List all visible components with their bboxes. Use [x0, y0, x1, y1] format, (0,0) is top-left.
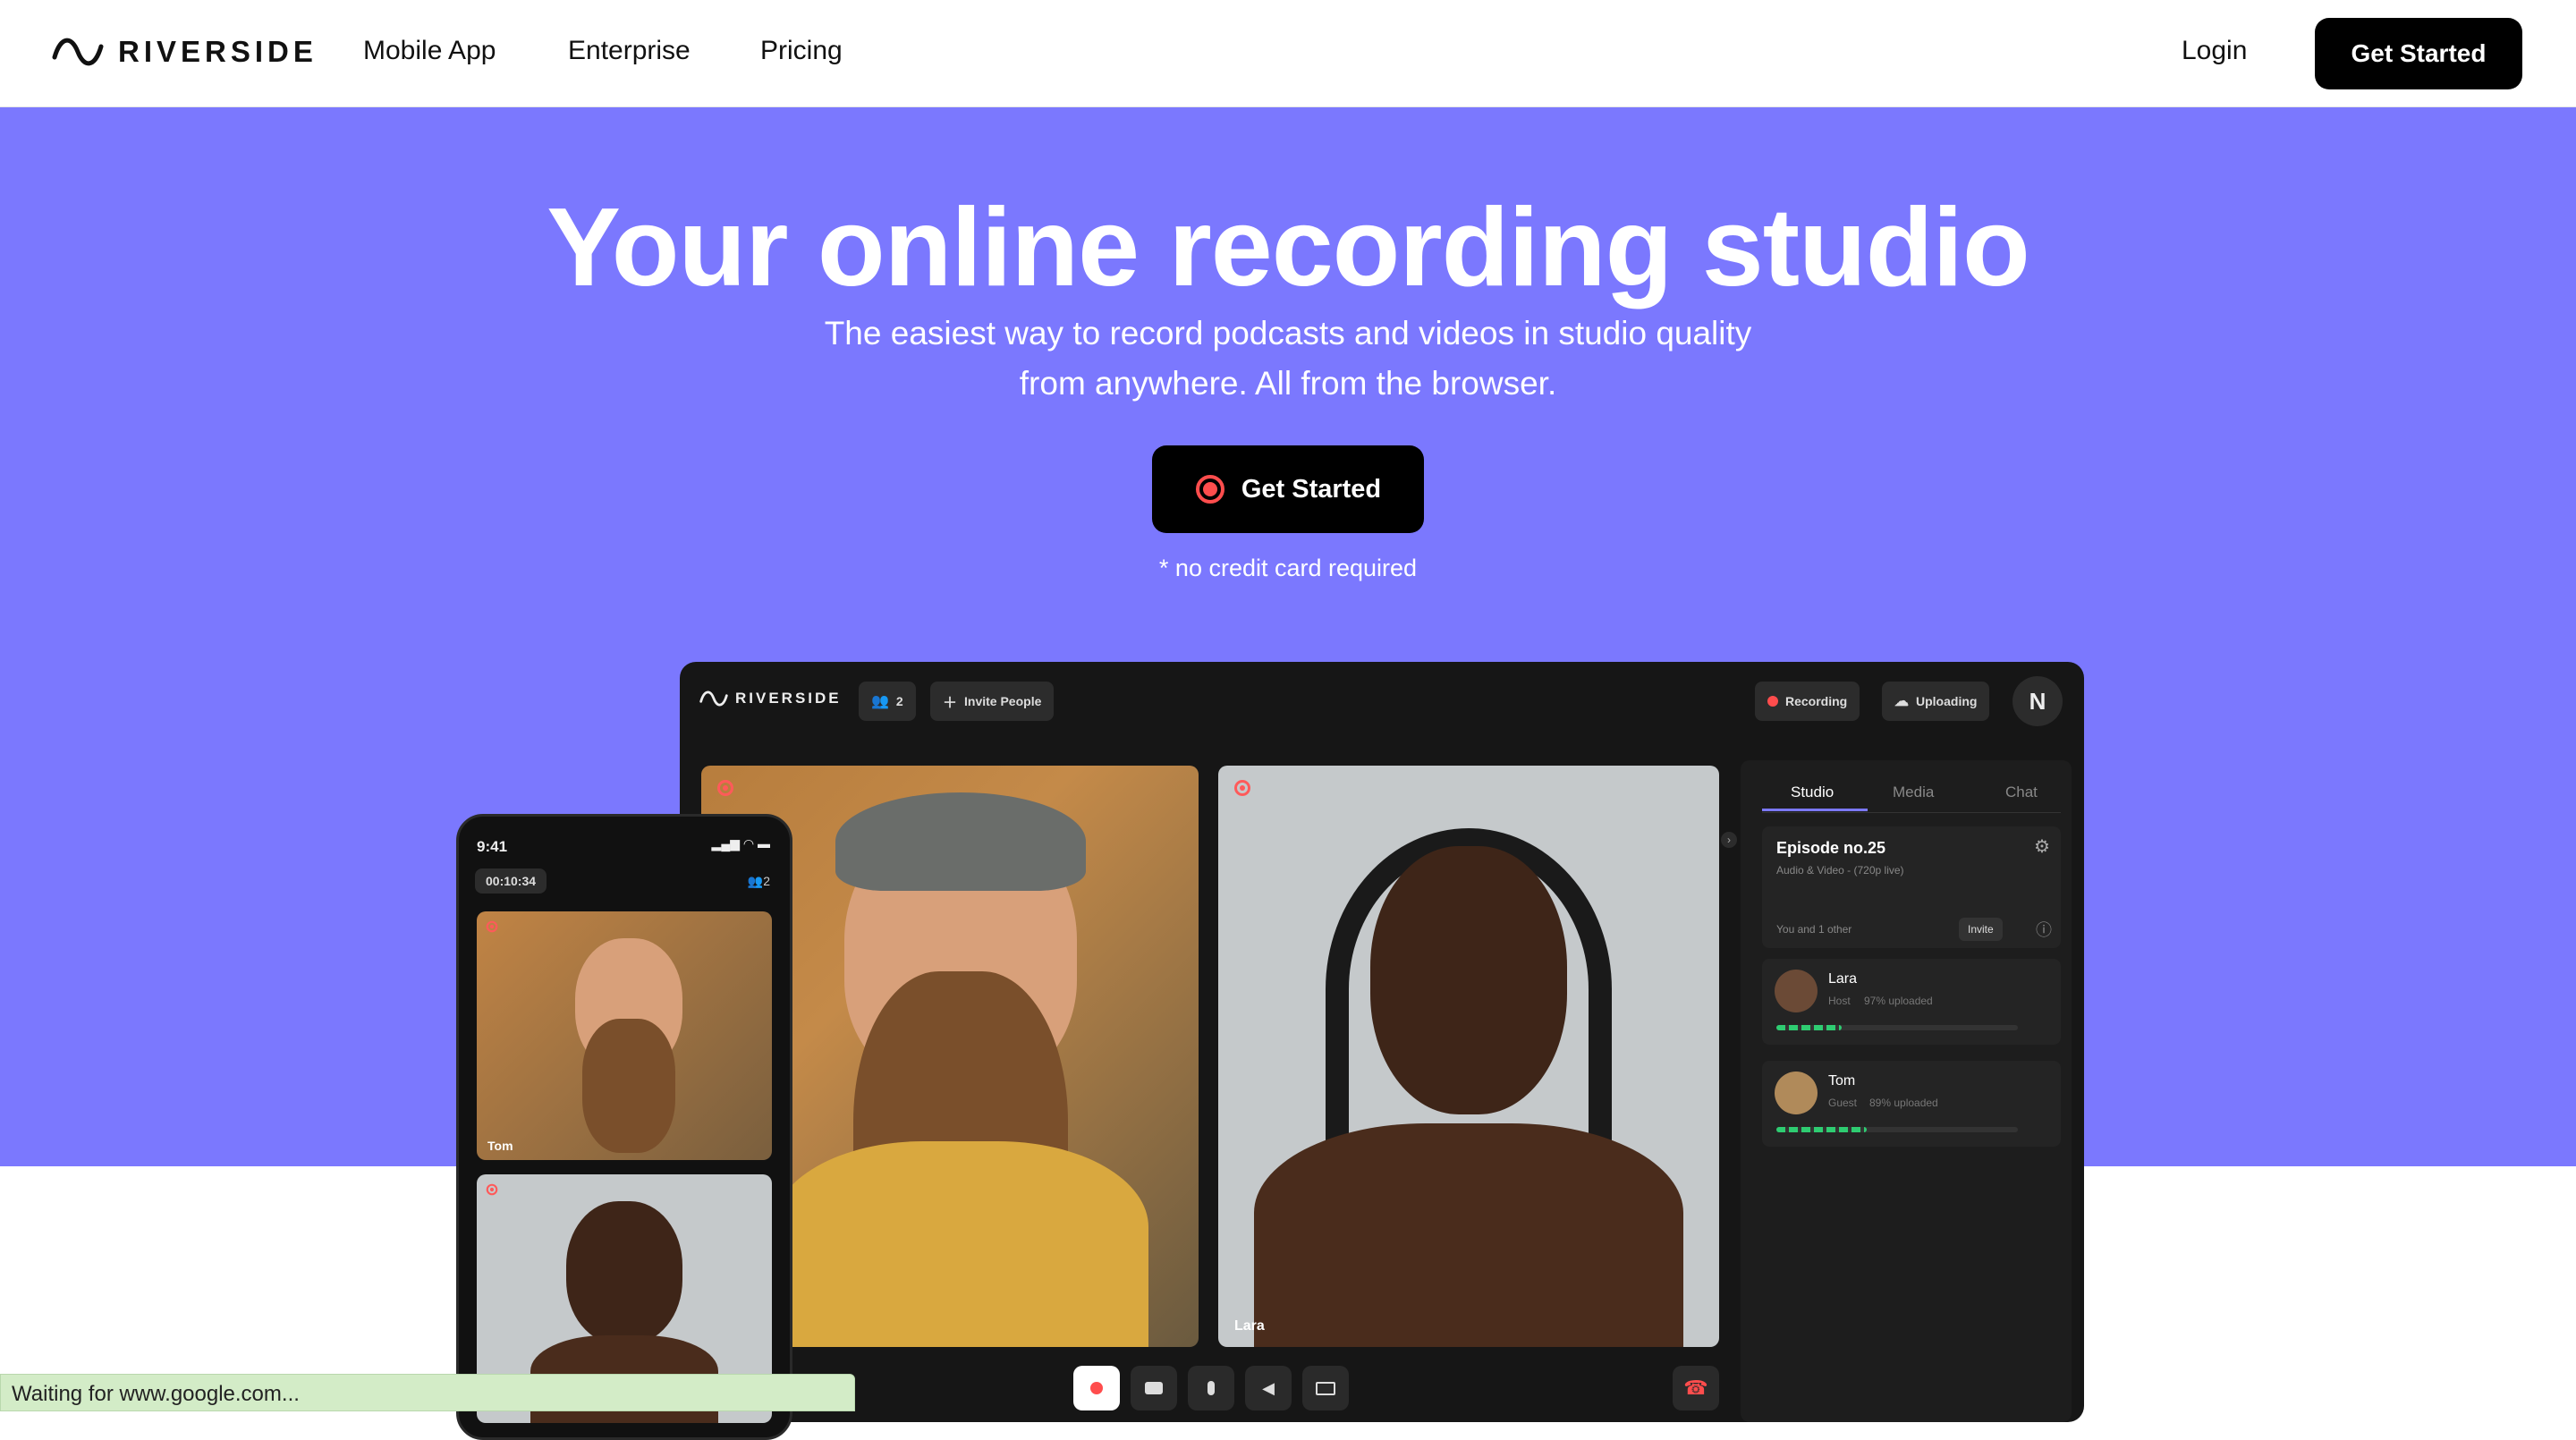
- nav-link-enterprise[interactable]: Enterprise: [568, 36, 691, 66]
- hero-cta-label: Get Started: [1241, 474, 1382, 504]
- phone-recording-timer: 00:10:34: [475, 868, 547, 894]
- info-icon[interactable]: ⓘ: [2036, 918, 2052, 941]
- tile-recording-icon: [486, 920, 498, 933]
- studio-side-panel: Studio Media Chat Episode no.25 ⚙ Audio …: [1741, 760, 2072, 1422]
- speaker-icon: ◀: [1262, 1378, 1275, 1397]
- nav-link-mobile-app[interactable]: Mobile App: [363, 36, 496, 66]
- camera-icon: [1145, 1382, 1163, 1394]
- participants-summary: You and 1 other: [1776, 923, 1852, 936]
- tab-divider: [1762, 812, 2061, 813]
- phone-participants-count: 2: [763, 874, 770, 888]
- brand-name: RIVERSIDE: [118, 35, 318, 68]
- recording-label: Recording: [1785, 694, 1848, 708]
- tile-recording-icon: [486, 1183, 498, 1196]
- active-tab-indicator: [1762, 809, 1868, 811]
- participant-upload-status: 89% uploaded: [1869, 1097, 1938, 1109]
- participant-upload-status: 97% uploaded: [1864, 995, 1933, 1007]
- tab-media[interactable]: Media: [1893, 784, 1934, 801]
- episode-invite-button[interactable]: Invite: [1959, 918, 2003, 941]
- speaker-button[interactable]: ◀: [1245, 1366, 1292, 1410]
- record-button[interactable]: [1073, 1366, 1120, 1410]
- recording-dot-icon: [1767, 696, 1778, 707]
- uploading-label: Uploading: [1916, 694, 1978, 708]
- phone-participants[interactable]: 👥2: [748, 874, 770, 889]
- person-shirt-tom: [773, 1141, 1148, 1347]
- recording-status-pill: Recording: [1755, 682, 1860, 721]
- invite-people-button[interactable]: ＋ Invite People: [930, 682, 1055, 721]
- tile-name-label: Tom: [487, 1139, 513, 1153]
- invite-people-label: Invite People: [964, 694, 1042, 708]
- tile-recording-icon: [717, 780, 733, 796]
- screen-share-icon: [1316, 1381, 1335, 1395]
- participant-avatar: [1775, 970, 1818, 1012]
- participant-name: Lara: [1828, 971, 1858, 987]
- participant-role: Host: [1828, 995, 1851, 1007]
- episode-title: Episode no.25: [1776, 839, 1886, 857]
- app-brand: RIVERSIDE: [699, 687, 842, 710]
- participant-card-tom: Tom Guest 89% uploaded: [1762, 1061, 2061, 1147]
- upload-progress-track: [1776, 1127, 2018, 1132]
- riverside-wave-icon: [699, 690, 728, 707]
- no-credit-card-note: * no credit card required: [1158, 555, 1418, 581]
- person-face-lara: [1370, 846, 1567, 1114]
- camera-button[interactable]: [1131, 1366, 1177, 1410]
- participant-card-lara: Lara Host 97% uploaded: [1762, 959, 2061, 1045]
- video-tile-lara[interactable]: Lara: [1218, 766, 1719, 1347]
- participants-count-pill[interactable]: 👥 2: [859, 682, 916, 721]
- phone-video-tile-tom[interactable]: Tom: [477, 911, 772, 1160]
- hero-title: Your online recording studio: [547, 186, 2030, 309]
- app-mockup-desktop: RIVERSIDE 👥 2 ＋ Invite People Recording …: [680, 662, 2084, 1422]
- tab-studio[interactable]: Studio: [1791, 784, 1834, 801]
- microphone-icon: [1208, 1381, 1215, 1395]
- phone-time: 9:41: [477, 838, 508, 855]
- phone-signal-icons: ▂▄▆ ◠ ▬: [711, 836, 770, 851]
- add-person-icon: ＋: [943, 696, 958, 711]
- episode-meta: Audio & Video - (720p live): [1776, 864, 1904, 877]
- browser-status-bar: Waiting for www.google.com...: [0, 1374, 855, 1411]
- people-icon: 👥: [871, 694, 889, 709]
- record-dot-icon: [1090, 1382, 1103, 1394]
- riverside-wave-icon: [52, 38, 104, 66]
- participant-name: Tom: [1828, 1073, 1856, 1088]
- person-jacket-lara: [1254, 1123, 1683, 1347]
- hang-up-icon: ☎: [1683, 1376, 1708, 1399]
- brand-logo[interactable]: RIVERSIDE: [52, 32, 318, 72]
- tab-chat[interactable]: Chat: [2005, 784, 2038, 801]
- tile-recording-icon: [1234, 780, 1250, 796]
- microphone-button[interactable]: [1188, 1366, 1234, 1410]
- leave-call-button[interactable]: ☎: [1673, 1366, 1719, 1410]
- participant-role: Guest: [1828, 1097, 1858, 1109]
- people-icon: 👥: [747, 874, 764, 888]
- user-avatar[interactable]: N: [2012, 676, 2063, 726]
- upload-progress-fill: [1776, 1127, 1867, 1132]
- person-face-lara: [566, 1201, 682, 1344]
- record-icon: [1195, 475, 1224, 504]
- person-beard-tom: [582, 1019, 675, 1153]
- top-navbar: RIVERSIDE Mobile App Enterprise Pricing …: [0, 0, 2576, 107]
- participant-avatar: [1775, 1072, 1818, 1114]
- tile-name-label: Lara: [1234, 1318, 1265, 1334]
- app-brand-name: RIVERSIDE: [735, 690, 842, 707]
- upload-progress-fill: [1776, 1025, 1843, 1030]
- uploading-status-pill: ☁ Uploading: [1882, 682, 1990, 721]
- episode-card: Episode no.25 ⚙ Audio & Video - (720p li…: [1762, 826, 2061, 948]
- cloud-upload-icon: ☁: [1894, 694, 1909, 709]
- person-cap-tom: [835, 792, 1086, 891]
- nav-get-started-button[interactable]: Get Started: [2315, 18, 2522, 89]
- collapse-panel-icon[interactable]: ›: [1721, 832, 1737, 848]
- app-mockup-phone: 9:41 ▂▄▆ ◠ ▬ 00:10:34 👥2 Tom: [456, 814, 792, 1440]
- gear-icon[interactable]: ⚙: [2034, 835, 2050, 858]
- nav-link-pricing[interactable]: Pricing: [760, 36, 843, 66]
- hero-subtitle: The easiest way to record podcasts and v…: [824, 315, 1752, 402]
- screen-share-button[interactable]: [1302, 1366, 1349, 1410]
- login-link[interactable]: Login: [2182, 36, 2247, 66]
- participants-count: 2: [895, 694, 903, 708]
- hero-get-started-button[interactable]: Get Started: [1152, 445, 1424, 533]
- upload-progress-track: [1776, 1025, 2018, 1030]
